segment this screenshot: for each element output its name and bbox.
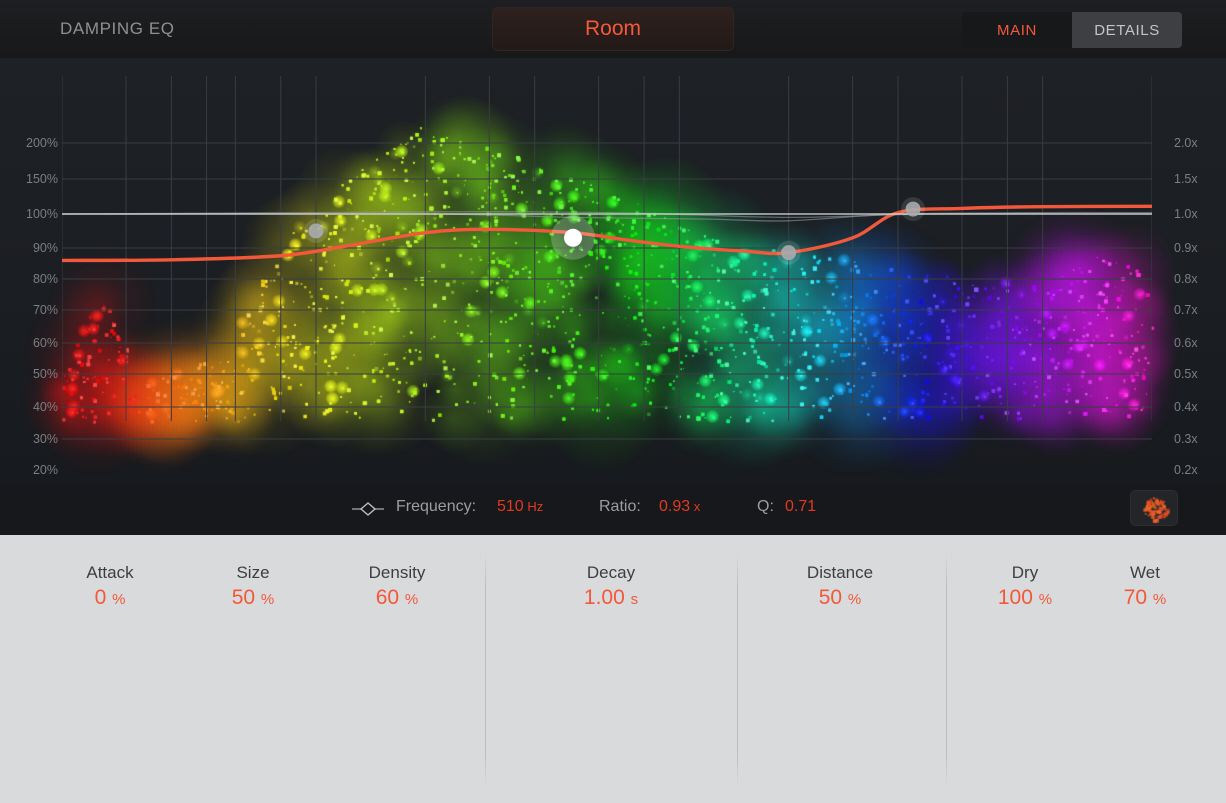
attack-unit: %: [112, 591, 126, 608]
y-tick-left: 100%: [26, 207, 58, 221]
dry-label: Dry: [1011, 563, 1039, 582]
control-panel: Attack 0 % Predelay 8 ms Size 50 % Densi…: [0, 535, 1226, 803]
size-number: 50: [231, 586, 256, 609]
preset-name: Room: [584, 17, 642, 40]
y-tick-left: 40%: [32, 400, 58, 414]
divider-3: [946, 553, 947, 787]
density-label: Density: [368, 563, 426, 582]
density-value[interactable]: 60 %: [376, 586, 419, 610]
band-shape-icon[interactable]: [352, 497, 384, 521]
attack-value[interactable]: 0 %: [95, 586, 126, 610]
plugin-window: DAMPING EQ Room MAIN DETAILS 200% 150% 100…: [0, 0, 1226, 803]
band-handle-1[interactable]: [303, 219, 328, 243]
density-number: 60: [375, 586, 400, 609]
size-value[interactable]: 50 %: [232, 586, 275, 610]
response-curves: [62, 204, 1152, 263]
distance-label: Distance: [806, 563, 874, 582]
attack-label: Attack: [86, 563, 134, 582]
particle-burst-icon: [1131, 491, 1177, 525]
y-tick-left: 80%: [32, 272, 58, 286]
dry-number: 100: [997, 586, 1033, 609]
frequency-value[interactable]: 510 Hz: [497, 498, 543, 516]
decay-unit: s: [630, 591, 639, 608]
header-bar: DAMPING EQ Room MAIN DETAILS: [0, 0, 1226, 58]
distance-number: 50: [818, 586, 843, 609]
tab-main[interactable]: MAIN: [962, 12, 1072, 48]
dry-unit: %: [1038, 591, 1053, 608]
y-tick-left: 150%: [26, 172, 58, 186]
ratio-number: 0.93: [659, 498, 691, 515]
band-handles[interactable]: [303, 197, 926, 265]
band-handle-4[interactable]: [901, 197, 926, 222]
q-value[interactable]: 0.71: [785, 498, 816, 516]
eq-analyzer-display[interactable]: 200%150%100%90%80%70%60%50%40%30%20%10% …: [0, 58, 1226, 483]
y-tick-right: 0.3x: [1174, 432, 1198, 446]
y-tick-right: 0.5x: [1174, 367, 1198, 381]
ratio-unit: x: [693, 499, 701, 514]
ratio-value[interactable]: 0.93 x: [659, 498, 700, 516]
view-tabs: MAIN DETAILS: [962, 12, 1182, 48]
distance-value[interactable]: 50 %: [819, 586, 862, 610]
dry-value[interactable]: 100 %: [998, 586, 1052, 610]
page-title: DAMPING EQ: [60, 19, 175, 38]
band-handle-3[interactable]: [776, 240, 801, 265]
y-tick-left: 60%: [32, 336, 58, 350]
distance-unit: %: [847, 591, 862, 608]
decay-value[interactable]: 1.00 s: [584, 586, 638, 610]
y-tick-left: 70%: [32, 303, 58, 317]
ratio-label: Ratio:: [599, 498, 641, 515]
preset-selector[interactable]: Room: [492, 7, 734, 51]
y-tick-right: 0.8x: [1174, 272, 1198, 286]
wet-label: Wet: [1130, 563, 1160, 582]
grid-lines: [62, 76, 1152, 440]
band-info-bar: Frequency: 510 Hz Ratio: 0.93 x Q: 0.71: [0, 483, 1226, 535]
size-label: Size: [236, 563, 270, 582]
attack-number: 0: [94, 586, 107, 609]
y-tick-left: 30%: [32, 432, 58, 446]
y-tick-right: 1.0x: [1174, 207, 1198, 221]
y-tick-right: 0.9x: [1174, 241, 1198, 255]
divider-1: [485, 553, 486, 787]
band-handle-2[interactable]: [551, 215, 596, 260]
tab-details[interactable]: DETAILS: [1072, 12, 1182, 48]
size-unit: %: [260, 591, 275, 608]
y-tick-right: 0.7x: [1174, 303, 1198, 317]
density-unit: %: [404, 591, 419, 608]
eq-curve-plot[interactable]: [62, 76, 1152, 461]
y-tick-left: 20%: [32, 463, 58, 477]
wet-unit: %: [1152, 591, 1167, 608]
y-tick-left: 200%: [26, 136, 58, 150]
wet-value[interactable]: 70 %: [1124, 586, 1167, 610]
divider-2: [737, 553, 738, 787]
y-tick-right: 2.0x: [1174, 136, 1198, 150]
frequency-number: 510: [497, 498, 524, 515]
frequency-label: Frequency:: [396, 498, 477, 515]
y-tick-right: 0.6x: [1174, 336, 1198, 350]
decay-number: 1.00: [583, 586, 625, 609]
q-label: Q:: [757, 498, 774, 515]
decay-label: Decay: [586, 563, 636, 582]
frequency-unit: Hz: [527, 499, 544, 514]
wet-number: 70: [1123, 586, 1148, 609]
y-tick-right: 0.4x: [1174, 400, 1198, 414]
y-tick-left: 90%: [32, 241, 58, 255]
y-tick-right: 1.5x: [1174, 172, 1198, 186]
analyzer-toggle-button[interactable]: [1130, 490, 1178, 526]
y-tick-right: 0.2x: [1174, 463, 1198, 477]
y-tick-left: 50%: [32, 367, 58, 381]
